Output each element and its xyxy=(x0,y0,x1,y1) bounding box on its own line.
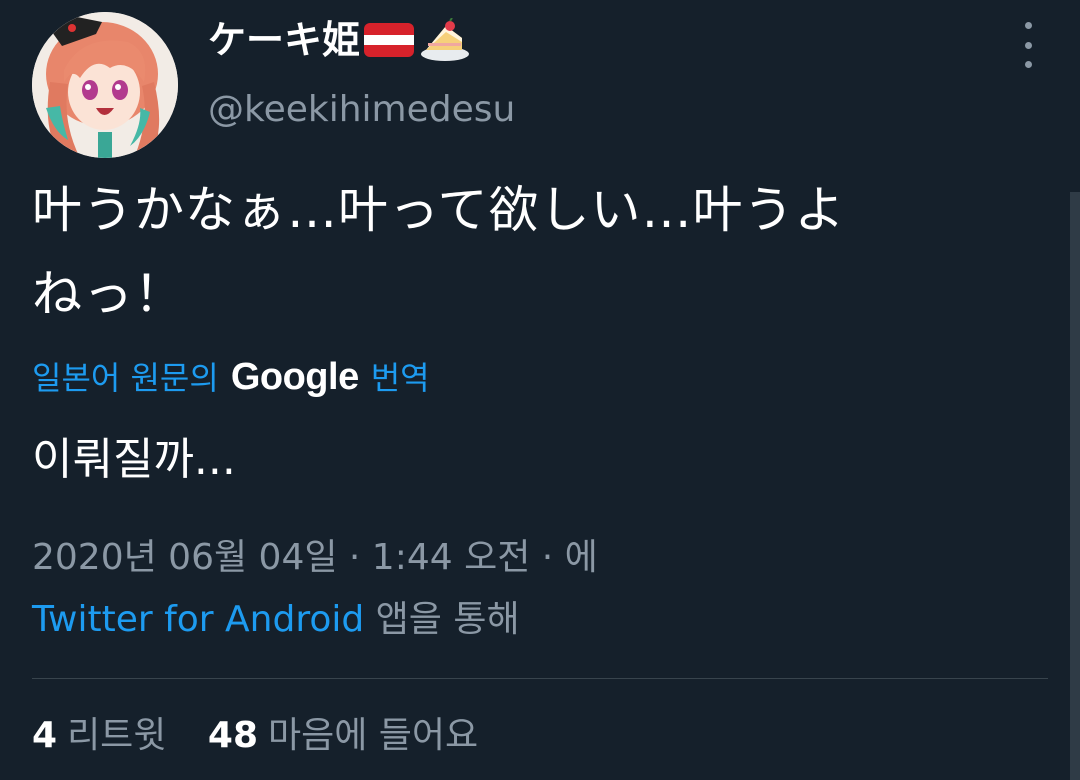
source-suffix: 앱을 통해 xyxy=(364,599,520,640)
retweets-stat[interactable]: 4 리트윗 xyxy=(32,706,166,766)
translation-prefix: 일본어 원문의 xyxy=(32,359,219,397)
avatar-illustration xyxy=(32,12,178,158)
divider xyxy=(32,678,1048,679)
tweet-timestamp[interactable]: 2020년 06월 04일 · 1:44 오전 · 에 xyxy=(32,530,598,586)
likes-count: 48 xyxy=(207,715,258,756)
translated-text: 이뤄질까... xyxy=(32,434,236,485)
retweets-count: 4 xyxy=(32,715,58,756)
more-options-icon[interactable] xyxy=(1008,22,1048,68)
likes-stat[interactable]: 48 마음에 들어요 xyxy=(208,706,478,766)
scrollbar[interactable] xyxy=(1070,192,1080,780)
likes-label: 마음에 들어요 xyxy=(268,715,479,756)
tweet-source: Twitter for Android 앱을 통해 xyxy=(32,592,520,648)
austria-flag-icon xyxy=(364,23,415,57)
cake-icon xyxy=(420,18,470,62)
author-name-text: ケーキ姫 xyxy=(208,18,361,62)
tweet-detail: ケーキ姫 @keekihimedesu 叶うかなぁ…叶って欲しい…叶うよ ねっ！ xyxy=(0,0,1080,780)
retweets-label: 리트윗 xyxy=(67,715,167,756)
translation-suffix: 번역 xyxy=(370,359,430,397)
google-logo: Google xyxy=(230,356,359,398)
more-dot xyxy=(1024,22,1032,29)
avatar[interactable] xyxy=(32,12,178,158)
author-handle[interactable]: @keekihimedesu xyxy=(208,84,515,136)
author-display-name[interactable]: ケーキ姫 xyxy=(208,12,470,68)
more-dot xyxy=(1024,41,1032,49)
translate-tweet-link[interactable]: 일본어 원문의 Google 번역 xyxy=(32,352,430,403)
source-app-link[interactable]: Twitter for Android xyxy=(32,599,364,640)
tweet-stats: 4 리트윗 48 마음에 들어요 xyxy=(32,706,478,766)
tweet-text: 叶うかなぁ…叶って欲しい…叶うよ ねっ！ xyxy=(32,181,846,323)
more-dot xyxy=(1024,61,1032,68)
